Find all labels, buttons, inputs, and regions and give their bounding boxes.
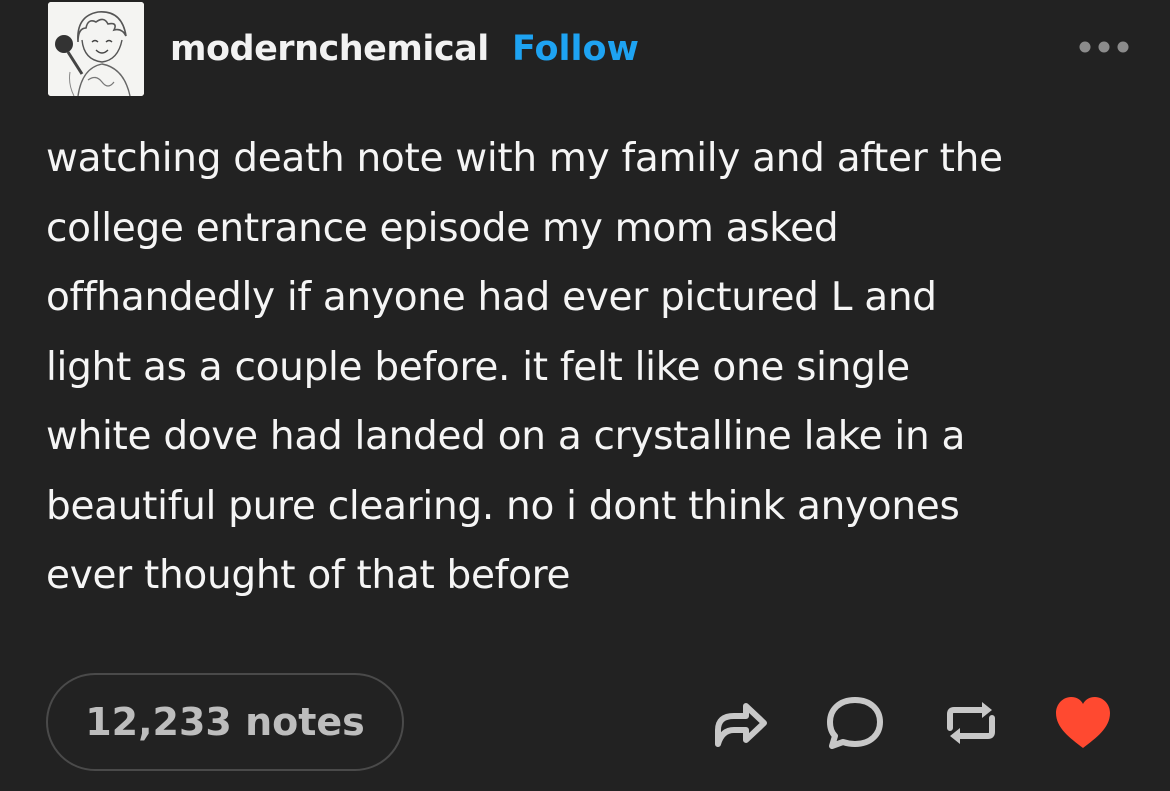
speech-bubble-icon <box>827 697 883 749</box>
share-button[interactable] <box>706 690 772 756</box>
post-card: modernchemical Follow watching death not… <box>0 0 1170 791</box>
reblog-icon <box>947 702 995 744</box>
notes-count-button[interactable]: 12,233 notes <box>46 673 404 771</box>
reply-button[interactable] <box>822 690 888 756</box>
post-header: modernchemical Follow <box>48 0 1138 98</box>
avatar-illustration <box>48 2 144 96</box>
share-arrow-icon <box>715 703 767 747</box>
like-button[interactable] <box>1050 690 1116 756</box>
avatar[interactable] <box>48 2 144 96</box>
username-link[interactable]: modernchemical <box>170 29 489 69</box>
follow-button[interactable]: Follow <box>512 29 639 69</box>
reblog-button[interactable] <box>938 690 1004 756</box>
post-body-text: watching death note with my family and a… <box>46 136 1003 598</box>
more-options-button[interactable] <box>1074 32 1134 62</box>
ellipsis-icon <box>1079 41 1129 53</box>
heart-icon <box>1056 697 1110 748</box>
